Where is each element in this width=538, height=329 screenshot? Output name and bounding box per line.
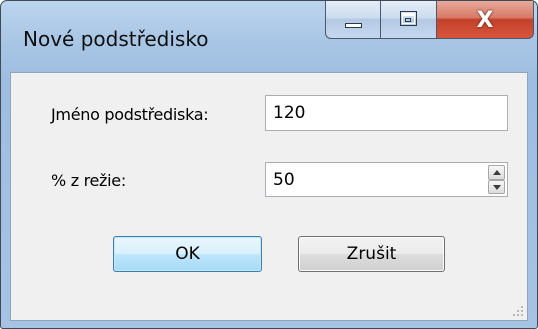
minimize-icon <box>345 23 362 28</box>
spin-buttons <box>488 165 505 194</box>
maximize-icon <box>400 11 417 26</box>
spin-up-icon <box>493 170 501 175</box>
percent-stepper[interactable]: 50 <box>265 162 508 197</box>
percent-label: % z režie: <box>51 171 126 190</box>
percent-stepper-value: 50 <box>273 169 295 190</box>
window-title: Nové podstředisko <box>23 27 209 51</box>
dialog-window: Nové podstředisko X Jméno podstřediska: … <box>0 0 538 329</box>
minimize-button[interactable] <box>325 1 380 39</box>
close-button[interactable]: X <box>436 1 534 39</box>
spin-up-button[interactable] <box>488 165 505 180</box>
title-bar[interactable]: Nové podstředisko X <box>1 1 537 71</box>
spin-down-button[interactable] <box>488 179 505 194</box>
caption-buttons: X <box>325 1 534 41</box>
cancel-button[interactable]: Zrušit <box>298 236 445 272</box>
close-icon: X <box>476 7 494 33</box>
name-input[interactable]: 120 <box>265 95 508 131</box>
name-input-value: 120 <box>273 103 306 123</box>
spin-down-icon <box>493 184 501 190</box>
maximize-button[interactable] <box>380 1 436 39</box>
ok-button[interactable]: OK <box>113 236 262 272</box>
name-label: Jméno podstřediska: <box>51 105 209 124</box>
resize-grip-icon[interactable] <box>512 305 524 317</box>
dialog-client-area: Jméno podstřediska: 120 % z režie: 50 OK… <box>10 72 528 321</box>
